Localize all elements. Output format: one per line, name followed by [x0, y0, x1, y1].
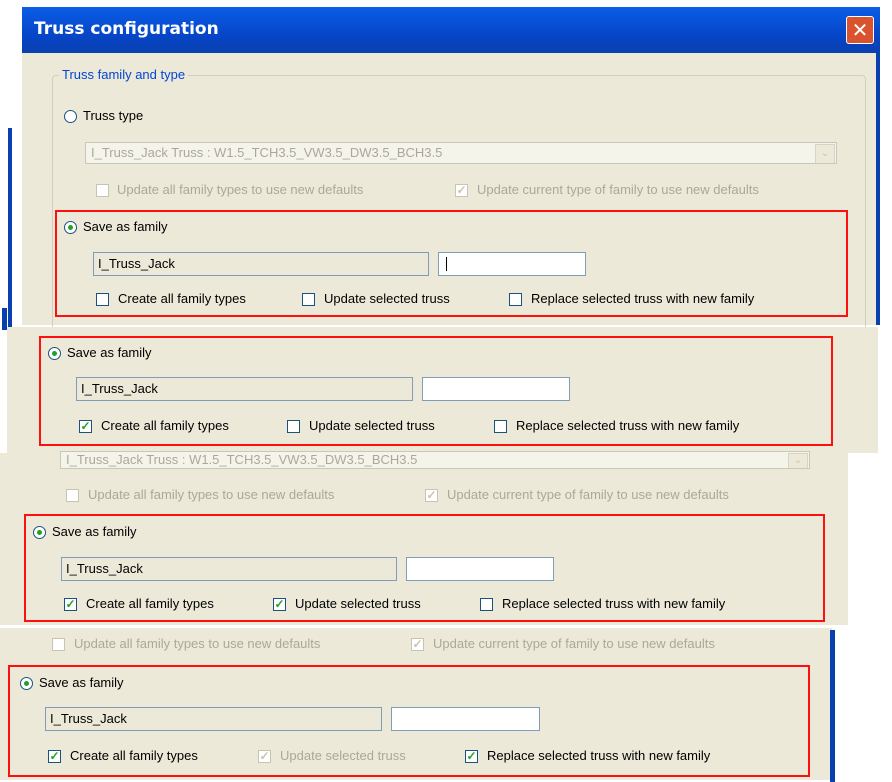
update-selected-truss-checkbox[interactable]: ✓: [273, 598, 286, 611]
replace-selected-truss-label: Replace selected truss with new family: [531, 291, 755, 306]
update-current-type-label: Update current type of family to use new…: [477, 182, 759, 197]
update-all-types-checkbox[interactable]: [96, 184, 109, 197]
update-current-type-label: Update current type of family to use new…: [447, 487, 729, 502]
save-as-family-label: Save as family: [39, 675, 124, 690]
truss-type-combo[interactable]: I_Truss_Jack Truss : W1.5_TCH3.5_VW3.5_D…: [60, 451, 810, 469]
replace-selected-truss-checkbox[interactable]: ✓: [465, 750, 478, 763]
window-border-right: [876, 53, 880, 325]
update-current-type-checkbox[interactable]: ✓: [455, 184, 468, 197]
window-border-right-4: [830, 630, 835, 782]
save-as-family-radio[interactable]: [20, 677, 33, 690]
save-as-family-label: Save as family: [52, 524, 137, 539]
update-current-type-label: Update current type of family to use new…: [433, 636, 715, 651]
family-name-field[interactable]: I_Truss_Jack: [93, 252, 429, 276]
window-border-left: [8, 128, 12, 328]
new-type-name-input[interactable]: [391, 707, 540, 731]
create-all-types-checkbox[interactable]: ✓: [48, 750, 61, 763]
update-selected-truss-label: Update selected truss: [280, 748, 406, 763]
truss-type-label: Truss type: [83, 108, 144, 123]
update-current-type-checkbox[interactable]: ✓: [425, 489, 438, 502]
truss-type-combo-value: I_Truss_Jack Truss : W1.5_TCH3.5_VW3.5_D…: [66, 452, 418, 467]
create-all-types-checkbox[interactable]: ✓: [64, 598, 77, 611]
window-border-left-2: [2, 308, 7, 330]
update-all-types-checkbox[interactable]: [52, 638, 65, 651]
new-type-name-input[interactable]: [406, 557, 554, 581]
group-legend: Truss family and type: [59, 67, 189, 82]
save-as-family-radio[interactable]: [33, 526, 46, 539]
replace-selected-truss-label: Replace selected truss with new family: [516, 418, 740, 433]
close-button[interactable]: ✕: [846, 16, 874, 44]
create-all-types-label: Create all family types: [118, 291, 246, 306]
create-all-types-checkbox[interactable]: ✓: [79, 420, 92, 433]
title-bar: Truss configuration ✕: [22, 7, 880, 53]
save-as-family-label: Save as family: [83, 219, 168, 234]
replace-selected-truss-checkbox[interactable]: [480, 598, 493, 611]
replace-selected-truss-checkbox[interactable]: [494, 420, 507, 433]
truss-type-radio[interactable]: [64, 110, 77, 123]
create-all-types-checkbox[interactable]: [96, 293, 109, 306]
update-selected-truss-checkbox[interactable]: [287, 420, 300, 433]
update-all-types-label: Update all family types to use new defau…: [88, 487, 335, 502]
update-selected-truss-label: Update selected truss: [324, 291, 450, 306]
update-selected-truss-checkbox[interactable]: [302, 293, 315, 306]
update-selected-truss-label: Update selected truss: [295, 596, 421, 611]
window-title: Truss configuration: [34, 19, 219, 39]
create-all-types-label: Create all family types: [70, 748, 198, 763]
create-all-types-label: Create all family types: [101, 418, 229, 433]
new-type-name-input[interactable]: [438, 252, 586, 276]
save-as-family-radio[interactable]: [64, 221, 77, 234]
truss-type-combo[interactable]: I_Truss_Jack Truss : W1.5_TCH3.5_VW3.5_D…: [85, 142, 837, 164]
replace-selected-truss-checkbox[interactable]: [509, 293, 522, 306]
new-type-name-input[interactable]: [422, 377, 570, 401]
family-name-field[interactable]: I_Truss_Jack: [76, 377, 413, 401]
update-all-types-label: Update all family types to use new defau…: [117, 182, 364, 197]
save-as-family-radio[interactable]: [48, 347, 61, 360]
chevron-down-icon[interactable]: ⌄: [815, 144, 835, 163]
truss-type-combo-value: I_Truss_Jack Truss : W1.5_TCH3.5_VW3.5_D…: [91, 145, 443, 160]
chevron-down-icon[interactable]: ⌄: [788, 453, 808, 468]
update-selected-truss-checkbox[interactable]: ✓: [258, 750, 271, 763]
create-all-types-label: Create all family types: [86, 596, 214, 611]
replace-selected-truss-label: Replace selected truss with new family: [502, 596, 726, 611]
family-name-field[interactable]: I_Truss_Jack: [45, 707, 382, 731]
update-current-type-checkbox[interactable]: ✓: [411, 638, 424, 651]
replace-selected-truss-label: Replace selected truss with new family: [487, 748, 711, 763]
update-all-types-checkbox[interactable]: [66, 489, 79, 502]
update-selected-truss-label: Update selected truss: [309, 418, 435, 433]
update-all-types-label: Update all family types to use new defau…: [74, 636, 321, 651]
save-as-family-label: Save as family: [67, 345, 152, 360]
family-name-field[interactable]: I_Truss_Jack: [61, 557, 397, 581]
